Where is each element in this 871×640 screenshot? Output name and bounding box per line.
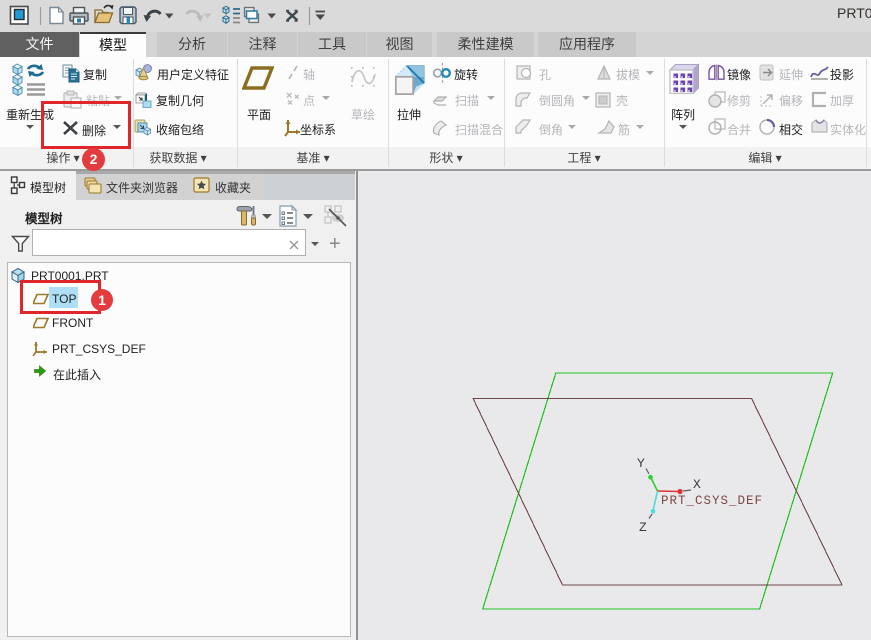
svg-text:PRT_CSYS_DEF: PRT_CSYS_DEF (661, 494, 763, 508)
svg-text:Z: Z (639, 520, 647, 535)
svg-text:Y: Y (637, 456, 645, 471)
svg-text:X: X (693, 477, 701, 492)
